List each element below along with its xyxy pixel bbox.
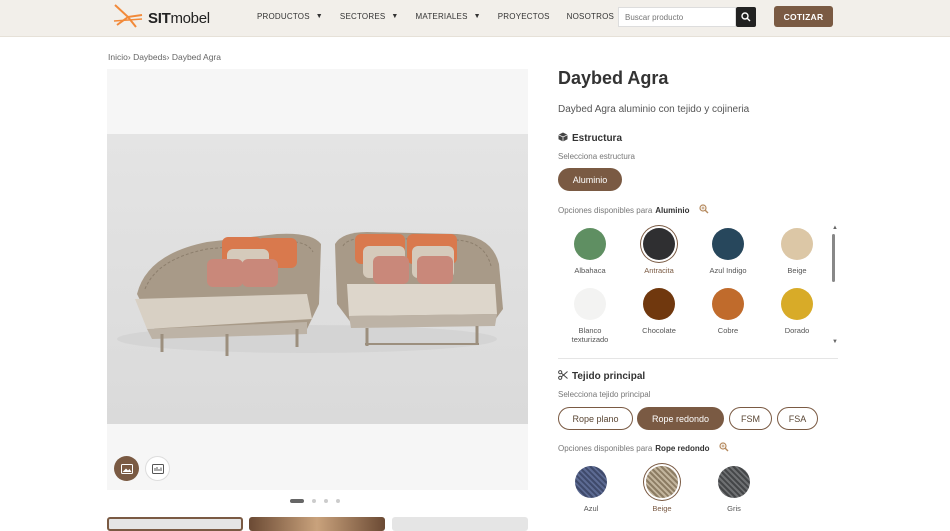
color-swatch-beige[interactable]: Beige	[767, 228, 827, 275]
breadcrumb-daybeds[interactable]: Daybeds	[133, 52, 167, 62]
swatch-label: Azul Indigo	[709, 266, 747, 275]
section-divider	[558, 358, 838, 359]
color-swatch-azul-indigo[interactable]: Azul Indigo	[698, 228, 758, 275]
product-photo[interactable]	[107, 134, 528, 424]
swatch-circle	[646, 466, 678, 498]
swatch-label: Blanco texturizado	[571, 326, 609, 344]
tejido-option-fsa[interactable]: FSA	[777, 407, 818, 430]
swatch-label: Beige	[652, 504, 672, 513]
dimensions-view-button[interactable]	[145, 456, 170, 481]
swatch-circle	[574, 288, 606, 320]
daybed-illustration	[117, 232, 503, 356]
image-icon	[120, 463, 133, 474]
carousel-dots	[290, 499, 348, 503]
color-swatch-blanco-texturizado[interactable]: Blanco texturizado	[560, 288, 620, 344]
site-header: SITmobel PRODUCTOS ▼ SECTORES ▼ MATERIALES…	[0, 0, 950, 37]
swatch-circle	[574, 228, 606, 260]
breadcrumb: Inicio› Daybeds› Daybed Agra	[108, 52, 221, 62]
search-button[interactable]	[736, 7, 756, 27]
cube-icon	[558, 132, 568, 145]
fabric-swatch-gris[interactable]: Gris	[704, 466, 764, 513]
fabric-swatch-beige[interactable]: Beige	[632, 466, 692, 513]
carousel-dot[interactable]	[336, 499, 340, 503]
chart-icon	[151, 463, 164, 474]
color-swatch-antracita[interactable]: Antracita	[629, 228, 689, 275]
swatch-circle	[712, 288, 744, 320]
swatch-label: Beige	[787, 266, 807, 275]
nav-sectores[interactable]: SECTORES ▼	[340, 12, 399, 21]
main-nav: PRODUCTOS ▼ SECTORES ▼ MATERIALES ▼ PROYECT…	[257, 12, 631, 21]
carousel-dot-active[interactable]	[290, 499, 304, 503]
swatch-circle	[781, 288, 813, 320]
swatch-label: Antracita	[644, 266, 674, 275]
estructura-hint: Selecciona estructura	[558, 152, 635, 161]
swatch-label: Azul	[583, 504, 599, 513]
swatch-label: Albahaca	[574, 266, 606, 275]
estructura-options-label: Opciones disponibles para Aluminio	[558, 204, 709, 216]
swatch-circle	[718, 466, 750, 498]
carousel-dot[interactable]	[312, 499, 316, 503]
swatch-circle	[643, 288, 675, 320]
estructura-heading: Estructura	[558, 132, 622, 145]
nav-productos[interactable]: PRODUCTOS ▼	[257, 12, 323, 21]
brand-logo[interactable]: SITmobel	[112, 3, 232, 31]
gallery-thumbnail[interactable]	[392, 517, 528, 531]
tejido-option-rope-plano[interactable]: Rope plano	[558, 407, 633, 430]
color-swatch-dorado[interactable]: Dorado	[767, 288, 827, 335]
tejido-option-rope-redondo[interactable]: Rope redondo	[637, 407, 724, 430]
chevron-down-icon: ▼	[315, 13, 323, 20]
product-gallery	[107, 69, 528, 490]
swatch-scrollbar-thumb[interactable]	[832, 234, 835, 282]
fabric-swatch-azul[interactable]: Azul	[561, 466, 621, 513]
color-swatch-albahaca[interactable]: Albahaca	[560, 228, 620, 275]
chair-logo-icon	[113, 4, 143, 28]
carousel-dot[interactable]	[324, 499, 328, 503]
color-swatch-chocolate[interactable]: Chocolate	[629, 288, 689, 335]
tejido-hint: Selecciona tejido principal	[558, 390, 651, 399]
cotizar-button[interactable]: COTIZAR	[774, 6, 833, 27]
nav-materiales[interactable]: MATERIALES ▼	[416, 12, 481, 21]
search-input[interactable]	[618, 7, 736, 27]
chevron-down-icon: ▼	[473, 13, 481, 20]
tejido-option-fsm[interactable]: FSM	[729, 407, 772, 430]
chevron-down-icon: ▼	[391, 13, 399, 20]
zoom-icon[interactable]	[698, 204, 709, 216]
nav-nosotros[interactable]: NOSOTROS	[567, 12, 614, 21]
swatch-label: Chocolate	[642, 326, 676, 335]
swatch-circle	[643, 228, 675, 260]
tejido-heading: Tejido principal	[558, 370, 645, 383]
scroll-down-arrow-icon[interactable]: ▼	[832, 339, 838, 345]
scissors-icon	[558, 370, 568, 383]
breadcrumb-current: Daybed Agra	[171, 52, 221, 62]
swatch-circle	[712, 228, 744, 260]
swatch-label: Dorado	[784, 326, 810, 335]
zoom-icon[interactable]	[718, 442, 729, 454]
swatch-label: Cobre	[717, 326, 739, 335]
product-subtitle: Daybed Agra aluminio con tejido y cojine…	[558, 104, 750, 115]
brand-wordmark: SITmobel	[148, 10, 210, 27]
estructura-option-aluminio[interactable]: Aluminio	[558, 168, 622, 191]
color-swatch-cobre[interactable]: Cobre	[698, 288, 758, 335]
breadcrumb-inicio[interactable]: Inicio	[108, 52, 128, 62]
gallery-thumbnail[interactable]	[107, 517, 243, 531]
swatch-label: Gris	[727, 504, 741, 513]
search-icon	[741, 12, 751, 22]
scroll-up-arrow-icon[interactable]: ▲	[832, 225, 838, 231]
swatch-circle	[575, 466, 607, 498]
photo-view-button[interactable]	[114, 456, 139, 481]
swatch-circle	[781, 228, 813, 260]
tejido-options-label: Opciones disponibles para Rope redondo	[558, 442, 729, 454]
nav-proyectos[interactable]: PROYECTOS	[498, 12, 550, 21]
product-title: Daybed Agra	[558, 68, 669, 88]
gallery-thumbnail[interactable]	[249, 517, 385, 531]
